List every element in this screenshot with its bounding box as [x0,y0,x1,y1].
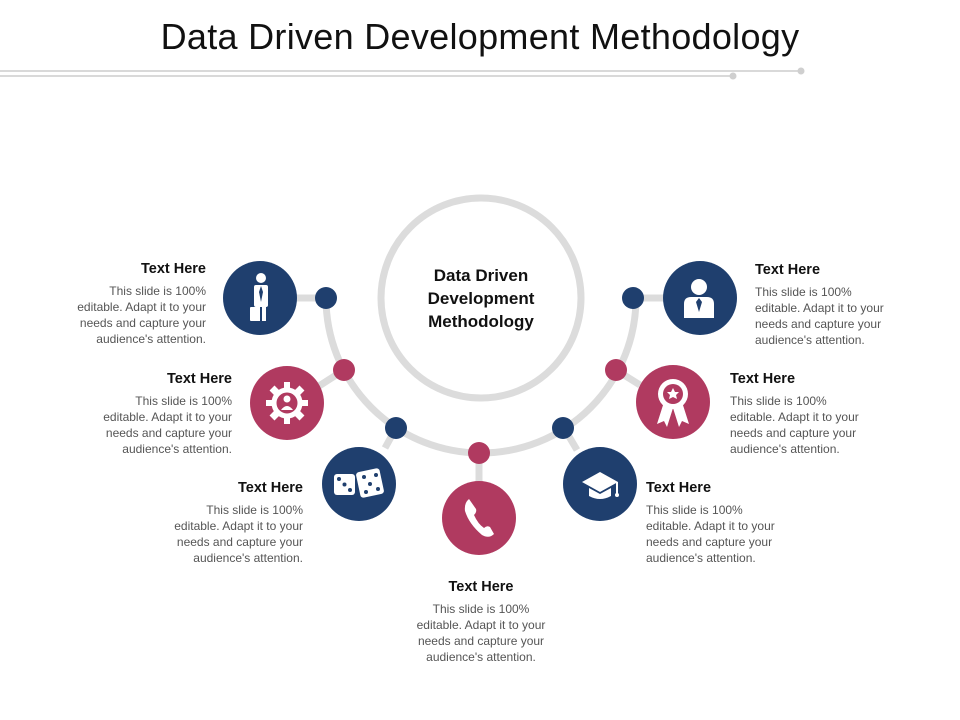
body-line: editable. Adapt it to your [77,300,206,314]
block-heading: Text Here [646,480,712,496]
icon-circle-2 [250,366,324,440]
block-body: This slide is 100% editable. Adapt it to… [143,502,303,566]
body-line: editable. Adapt it to your [174,519,303,533]
center-label: Data Driven Development Methodology [400,264,562,333]
body-line: audience's attention. [730,442,840,456]
text-block-6: Text Here This slide is 100% editable. A… [730,371,890,457]
icon-circle-3 [322,447,396,521]
center-label-line-3: Methodology [428,312,534,331]
body-line: needs and capture your [730,426,857,440]
body-line: This slide is 100% [755,285,852,299]
block-heading: Text Here [448,579,514,595]
block-heading: Text Here [730,371,796,387]
body-line: needs and capture your [105,426,232,440]
body-line: editable. Adapt it to your [755,301,884,315]
body-line: audience's attention. [646,551,756,565]
body-line: audience's attention. [122,442,232,456]
block-body: This slide is 100% editable. Adapt it to… [755,284,915,348]
body-line: audience's attention. [755,333,865,347]
body-line: editable. Adapt it to your [646,519,775,533]
body-line: needs and capture your [755,317,882,331]
block-body: This slide is 100% editable. Adapt it to… [401,601,561,665]
icon-circle-5 [563,447,637,521]
body-line: needs and capture your [417,634,545,648]
block-body: This slide is 100% editable. Adapt it to… [46,283,206,347]
body-line: audience's attention. [193,551,303,565]
body-line: This slide is 100% [109,284,206,298]
body-line: This slide is 100% [135,394,232,408]
icon-circle-1 [223,261,297,335]
text-block-2: Text Here This slide is 100% editable. A… [72,371,232,457]
icon-circle-6 [636,365,710,439]
body-line: This slide is 100% [432,602,530,616]
body-line: audience's attention. [426,650,536,664]
block-heading: Text Here [140,261,206,277]
body-line: editable. Adapt it to your [103,410,232,424]
block-body: This slide is 100% editable. Adapt it to… [730,393,890,457]
block-heading: Text Here [755,262,821,278]
icon-circle-4 [442,481,516,555]
block-heading: Text Here [237,480,303,496]
body-line: needs and capture your [79,316,206,330]
block-heading: Text Here [166,371,232,387]
body-line: This slide is 100% [206,503,303,517]
header-divider [0,67,805,80]
body-line: needs and capture your [646,535,773,549]
body-line: editable. Adapt it to your [730,410,859,424]
text-block-4: Text Here This slide is 100% editable. A… [401,579,561,665]
body-line: This slide is 100% [646,503,743,517]
body-line: editable. Adapt it to your [416,618,546,632]
text-block-3: Text Here This slide is 100% editable. A… [143,480,303,566]
text-block-1: Text Here This slide is 100% editable. A… [46,261,206,347]
icon-circle-7 [663,261,737,335]
text-block-7: Text Here This slide is 100% editable. A… [755,262,915,348]
body-line: needs and capture your [176,535,303,549]
body-line: audience's attention. [96,332,206,346]
text-block-5: Text Here This slide is 100% editable. A… [646,480,806,566]
block-body: This slide is 100% editable. Adapt it to… [646,502,806,566]
body-line: This slide is 100% [730,394,827,408]
block-body: This slide is 100% editable. Adapt it to… [72,393,232,457]
center-label-line-2: Development [427,289,535,308]
center-label-line-1: Data Driven [433,266,529,285]
